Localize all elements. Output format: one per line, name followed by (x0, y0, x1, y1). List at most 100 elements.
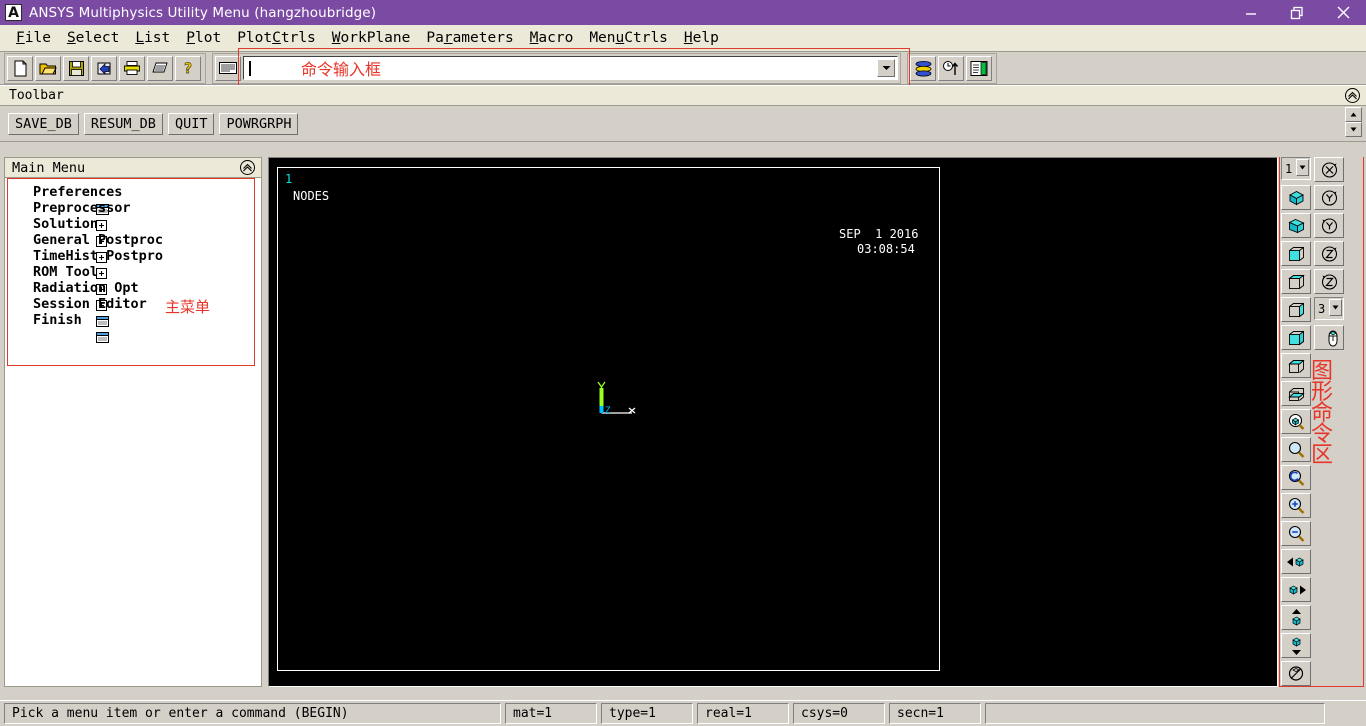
restore-icon[interactable] (1274, 0, 1320, 25)
zoom-box-icon[interactable] (1281, 409, 1311, 434)
menu-item-preprocessor[interactable]: Preprocessor (5, 200, 261, 231)
pan-left-icon[interactable] (1281, 549, 1311, 574)
front-view-icon[interactable] (1281, 241, 1311, 266)
menu-file[interactable]: File (8, 28, 59, 48)
save-disk-icon[interactable] (63, 55, 89, 81)
main-menu-header: Main Menu (4, 157, 262, 178)
menu-menuctrls[interactable]: MenuCtrls (581, 28, 676, 48)
text-caret (249, 60, 251, 76)
rotate-x-icon[interactable] (1314, 157, 1344, 182)
zoom-in-icon[interactable] (1281, 493, 1311, 518)
graphics-window[interactable]: 1 NODES SEP 1 2016 03:08:54 Z (268, 157, 1278, 687)
menu-item-label: Preprocessor (33, 200, 131, 216)
menu-item-preferences[interactable]: Preferences (5, 184, 261, 215)
dynamic-mode-icon[interactable] (1314, 325, 1344, 350)
chevron-down-icon[interactable] (1329, 299, 1342, 316)
toolbar-button-save-db[interactable]: SAVE_DB (8, 112, 79, 135)
status-field-extra (985, 703, 1325, 724)
window-title: ANSYS Multiphysics Utility Menu (hangzho… (29, 4, 377, 21)
speed-select[interactable]: 3 (1314, 297, 1344, 320)
window-select-value: 1 (1285, 161, 1293, 176)
pan-right-icon[interactable] (1281, 577, 1311, 602)
menu-parameters[interactable]: Parameters (418, 28, 521, 48)
rotate-z-plus-icon[interactable] (1314, 241, 1344, 266)
speed-select-value: 3 (1318, 301, 1326, 316)
menu-item-solution[interactable]: Solution (5, 216, 261, 247)
window-controls (1228, 0, 1366, 25)
status-field-mat: mat=1 (505, 703, 597, 724)
toolbar-button-resum-db[interactable]: RESUM_DB (83, 112, 163, 135)
expand-plus-icon (15, 267, 108, 295)
open-folder-icon[interactable] (35, 55, 61, 81)
toolbar-button-quit[interactable]: QUIT (167, 112, 215, 135)
zoom-window-icon[interactable] (1281, 437, 1311, 462)
toolbar-panel-header: Toolbar (0, 85, 1366, 106)
pan-zoom-rotate-icon[interactable] (91, 55, 117, 81)
left-view-icon[interactable] (1281, 297, 1311, 322)
expand-plus-icon (15, 203, 108, 231)
menu-item-general-postproc[interactable]: General Postproc (5, 232, 261, 263)
keyboard-icon[interactable] (215, 55, 241, 81)
menu-plotctrls[interactable]: PlotCtrls (229, 28, 324, 48)
file-icon-group: ? (4, 52, 206, 84)
rotate-y-minus-icon[interactable] (1314, 213, 1344, 238)
pan-down-icon[interactable] (1281, 633, 1311, 658)
icon-toolbar: ? 命令输入框 (0, 48, 1366, 87)
command-input-group: 命令输入框 (212, 48, 910, 87)
menu-select[interactable]: Select (59, 28, 127, 48)
minimize-icon[interactable] (1228, 0, 1274, 25)
menu-item-session-editor[interactable]: Session Editor (5, 296, 261, 327)
report-icon[interactable] (147, 55, 173, 81)
main-menu-title: Main Menu (12, 159, 86, 176)
menu-macro[interactable]: Macro (522, 28, 582, 48)
command-input[interactable]: 命令输入框 (243, 56, 898, 80)
top-view-icon[interactable] (1281, 269, 1311, 294)
menu-list[interactable]: List (127, 28, 178, 48)
pan-up-icon[interactable] (1281, 605, 1311, 630)
time-history-icon[interactable] (938, 55, 964, 81)
right-view-icon[interactable] (1281, 325, 1311, 350)
chevron-down-icon[interactable] (1296, 159, 1309, 176)
back-view-icon[interactable] (1281, 353, 1311, 378)
new-file-icon[interactable] (7, 55, 33, 81)
zoom-back-icon[interactable] (1281, 465, 1311, 490)
graphics-window-number: 1 (285, 172, 293, 186)
menu-item-rom-tool[interactable]: ROM Tool (5, 264, 261, 295)
window-icon (15, 187, 110, 215)
help-icon[interactable]: ? (175, 55, 201, 81)
status-field-type: type=1 (601, 703, 693, 724)
results-viewer-icon[interactable] (966, 55, 992, 81)
menu-item-finish[interactable]: Finish (5, 312, 261, 343)
oblique-view-icon[interactable] (1281, 213, 1311, 238)
menu-help[interactable]: Help (676, 28, 727, 48)
menu-item-radiation-opt[interactable]: Radiation Opt (5, 280, 261, 311)
bottom-view-icon[interactable] (1281, 381, 1311, 406)
window-icon (15, 299, 110, 327)
expand-plus-icon (15, 251, 108, 279)
multiplot-layers-icon[interactable] (910, 55, 936, 81)
fit-view-icon[interactable] (1281, 661, 1311, 686)
menu-plot[interactable]: Plot (178, 28, 229, 48)
window-select[interactable]: 1 (1281, 157, 1311, 180)
graphics-time: 03:08:54 (857, 242, 915, 256)
zoom-out-icon[interactable] (1281, 521, 1311, 546)
menu-workplane[interactable]: WorkPlane (324, 28, 419, 48)
collapse-up-icon[interactable] (239, 159, 256, 176)
scroll-down-icon[interactable] (1345, 122, 1362, 137)
rotate-y-plus-icon[interactable] (1314, 185, 1344, 210)
close-icon[interactable] (1320, 0, 1366, 25)
ansys-logo-icon: A (5, 4, 22, 21)
scroll-up-icon[interactable] (1345, 107, 1362, 122)
print-icon[interactable] (119, 55, 145, 81)
main-area: Main Menu Preferences Preprocessor Solut… (0, 155, 1366, 697)
collapse-up-icon[interactable] (1344, 87, 1361, 104)
svg-text:Z: Z (605, 406, 611, 416)
iso-view-icon[interactable] (1281, 185, 1311, 210)
graphics-date: SEP 1 2016 (839, 227, 919, 241)
toolbar-button-powrgrph[interactable]: POWRGRPH (219, 112, 299, 135)
menu-item-timehist-postpro[interactable]: TimeHist Postpro (5, 248, 261, 279)
chevron-down-icon[interactable] (877, 59, 895, 77)
status-field-real: real=1 (697, 703, 789, 724)
rotate-z-minus-icon[interactable] (1314, 269, 1344, 294)
menu-item-label: Finish (33, 312, 82, 328)
